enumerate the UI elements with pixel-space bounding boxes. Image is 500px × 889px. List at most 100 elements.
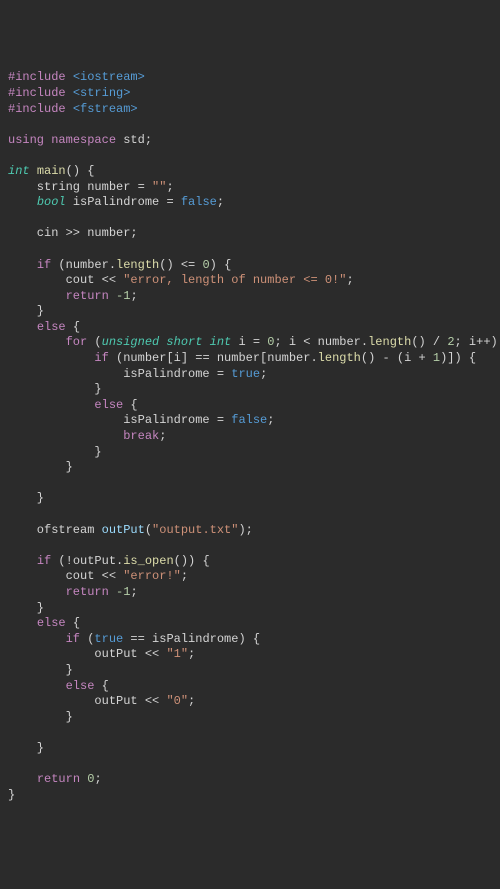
number: -1 bbox=[116, 289, 130, 303]
punct: ; bbox=[181, 569, 188, 583]
code: cout << bbox=[8, 273, 123, 287]
preproc: #include bbox=[8, 70, 73, 84]
keyword-for: for bbox=[66, 335, 88, 349]
keyword-else: else bbox=[37, 616, 66, 630]
string: "error!" bbox=[123, 569, 181, 583]
punct: ); bbox=[238, 523, 252, 537]
brace: } bbox=[8, 601, 44, 615]
brace: } bbox=[8, 710, 73, 724]
method-length: length bbox=[368, 335, 411, 349]
code: ; i < number. bbox=[274, 335, 368, 349]
code: (number[i] == number[number. bbox=[109, 351, 318, 365]
punct: { bbox=[94, 679, 108, 693]
indent bbox=[8, 398, 94, 412]
func-main: main bbox=[37, 164, 66, 178]
punct: () { bbox=[66, 164, 95, 178]
namespace-name: std; bbox=[123, 133, 152, 147]
punct: ( bbox=[80, 632, 94, 646]
indent bbox=[8, 632, 66, 646]
brace: } bbox=[8, 304, 44, 318]
number: 0 bbox=[202, 258, 209, 272]
keyword-return: return bbox=[37, 772, 87, 786]
code: cout << bbox=[8, 569, 123, 583]
bool-false: false bbox=[231, 413, 267, 427]
code: ofstream bbox=[8, 523, 102, 537]
brace: } bbox=[8, 741, 44, 755]
code: outPut << bbox=[8, 647, 166, 661]
code: isPalindrome = bbox=[8, 367, 231, 381]
keyword-break: break bbox=[123, 429, 159, 443]
keyword-namespace: namespace bbox=[51, 133, 123, 147]
type-bool: bool bbox=[37, 195, 66, 209]
preproc: #include bbox=[8, 102, 73, 116]
code: (!outPut. bbox=[51, 554, 123, 568]
code: () <= bbox=[159, 258, 202, 272]
string: "" bbox=[152, 180, 166, 194]
brace: } bbox=[8, 460, 73, 474]
indent bbox=[8, 351, 94, 365]
code: (number. bbox=[51, 258, 116, 272]
keyword-else: else bbox=[94, 398, 123, 412]
string: "output.txt" bbox=[152, 523, 238, 537]
string: "0" bbox=[166, 694, 188, 708]
code: isPalindrome = bbox=[66, 195, 181, 209]
type-int: int bbox=[8, 164, 37, 178]
bool-true: true bbox=[94, 632, 123, 646]
number: -1 bbox=[116, 585, 130, 599]
keyword-return: return bbox=[66, 585, 116, 599]
code: outPut << bbox=[8, 694, 166, 708]
brace: } bbox=[8, 788, 15, 802]
bool-false: false bbox=[181, 195, 217, 209]
punct: ; bbox=[260, 367, 267, 381]
keyword-else: else bbox=[66, 679, 95, 693]
indent bbox=[8, 320, 37, 334]
preproc: #include bbox=[8, 86, 73, 100]
code: () - (i + bbox=[361, 351, 433, 365]
punct: ; bbox=[267, 413, 274, 427]
type-ushort: unsigned short int bbox=[102, 335, 232, 349]
keyword-if: if bbox=[37, 258, 51, 272]
code: == isPalindrome) { bbox=[123, 632, 260, 646]
number: 2 bbox=[447, 335, 454, 349]
indent bbox=[8, 258, 37, 272]
include-header: <string> bbox=[73, 86, 131, 100]
string: "error, length of number <= 0!" bbox=[123, 273, 346, 287]
bool-true: true bbox=[231, 367, 260, 381]
brace: } bbox=[8, 663, 73, 677]
code: i = bbox=[231, 335, 267, 349]
method-length: length bbox=[116, 258, 159, 272]
punct: ( bbox=[145, 523, 152, 537]
code: cin >> number; bbox=[8, 226, 138, 240]
number: 0 bbox=[87, 772, 94, 786]
punct: ; bbox=[166, 180, 173, 194]
keyword-if: if bbox=[37, 554, 51, 568]
include-header: <fstream> bbox=[73, 102, 138, 116]
indent bbox=[8, 585, 66, 599]
punct: ()) { bbox=[174, 554, 210, 568]
indent bbox=[8, 195, 37, 209]
punct: ; bbox=[130, 585, 137, 599]
indent bbox=[8, 289, 66, 303]
var-output: outPut bbox=[102, 523, 145, 537]
code: () / bbox=[411, 335, 447, 349]
code-editor[interactable]: #include <iostream> #include <string> #i… bbox=[8, 70, 492, 803]
punct: { bbox=[123, 398, 137, 412]
brace: } bbox=[8, 491, 44, 505]
keyword-using: using bbox=[8, 133, 51, 147]
brace: } bbox=[8, 382, 102, 396]
keyword-return: return bbox=[66, 289, 116, 303]
punct: ; bbox=[346, 273, 353, 287]
punct: ; bbox=[130, 289, 137, 303]
method-isopen: is_open bbox=[123, 554, 173, 568]
brace: } bbox=[8, 445, 102, 459]
keyword-if: if bbox=[94, 351, 108, 365]
indent bbox=[8, 772, 37, 786]
punct: { bbox=[66, 616, 80, 630]
punct: ( bbox=[87, 335, 101, 349]
punct: ; i++) { bbox=[455, 335, 500, 349]
punct: ; bbox=[188, 694, 195, 708]
include-header: <iostream> bbox=[73, 70, 145, 84]
indent bbox=[8, 616, 37, 630]
string: "1" bbox=[166, 647, 188, 661]
keyword-if: if bbox=[66, 632, 80, 646]
